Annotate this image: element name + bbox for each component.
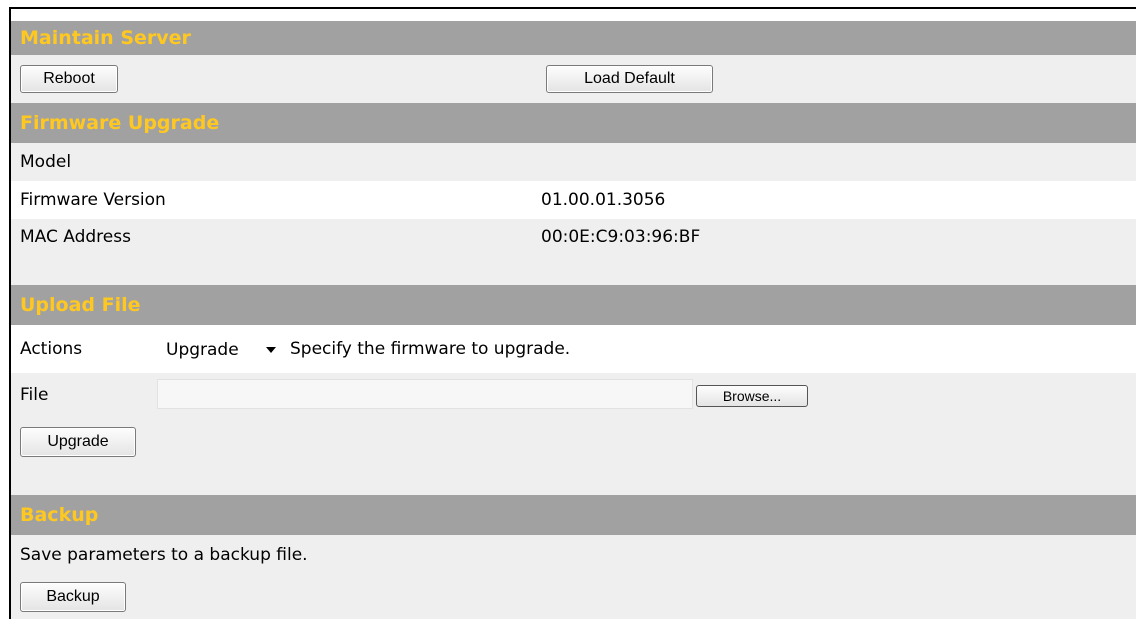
maintain-server-title: Maintain Server xyxy=(20,27,191,49)
mac-address-label: MAC Address xyxy=(20,227,131,247)
actions-hint: Specify the firmware to upgrade. xyxy=(290,339,571,359)
maintain-server-row: Reboot Load Default xyxy=(11,55,1136,103)
firmware-version-value: 01.00.01.3056 xyxy=(541,190,666,210)
backup-button-row: Backup xyxy=(11,575,1136,619)
firmware-version-label: Firmware Version xyxy=(20,190,166,210)
actions-label: Actions xyxy=(20,339,83,359)
actions-selected-value: Upgrade xyxy=(166,340,239,360)
backup-description-row: Save parameters to a backup file. xyxy=(11,535,1136,575)
file-label: File xyxy=(20,385,49,405)
backup-header: Backup xyxy=(11,495,1136,535)
upload-file-header: Upload File xyxy=(11,285,1136,325)
file-row: File Browse... xyxy=(11,373,1136,417)
mac-address-value: 00:0E:C9:03:96:BF xyxy=(541,227,701,247)
model-row: Model xyxy=(11,143,1136,181)
reboot-button[interactable]: Reboot xyxy=(20,65,118,93)
mac-address-row: MAC Address 00:0E:C9:03:96:BF xyxy=(11,219,1136,285)
browse-button[interactable]: Browse... xyxy=(696,385,808,407)
maintain-server-header: Maintain Server xyxy=(11,21,1136,55)
backup-title: Backup xyxy=(20,504,99,526)
upload-file-title: Upload File xyxy=(20,294,141,316)
model-label: Model xyxy=(20,152,72,172)
firmware-version-row: Firmware Version 01.00.01.3056 xyxy=(11,181,1136,219)
load-default-button[interactable]: Load Default xyxy=(546,65,713,93)
upgrade-button[interactable]: Upgrade xyxy=(20,427,136,457)
file-path-input[interactable] xyxy=(157,379,693,409)
firmware-upgrade-title: Firmware Upgrade xyxy=(20,112,220,134)
firmware-upgrade-header: Firmware Upgrade xyxy=(11,103,1136,143)
backup-button[interactable]: Backup xyxy=(20,582,126,612)
actions-select[interactable]: Upgrade xyxy=(157,335,283,365)
chevron-down-icon xyxy=(266,347,276,353)
upgrade-row: Upgrade xyxy=(11,417,1136,495)
maintenance-panel: Maintain Server Reboot Load Default Firm… xyxy=(9,7,1136,619)
backup-description: Save parameters to a backup file. xyxy=(20,545,308,565)
actions-row: Actions Upgrade Specify the firmware to … xyxy=(11,325,1136,373)
